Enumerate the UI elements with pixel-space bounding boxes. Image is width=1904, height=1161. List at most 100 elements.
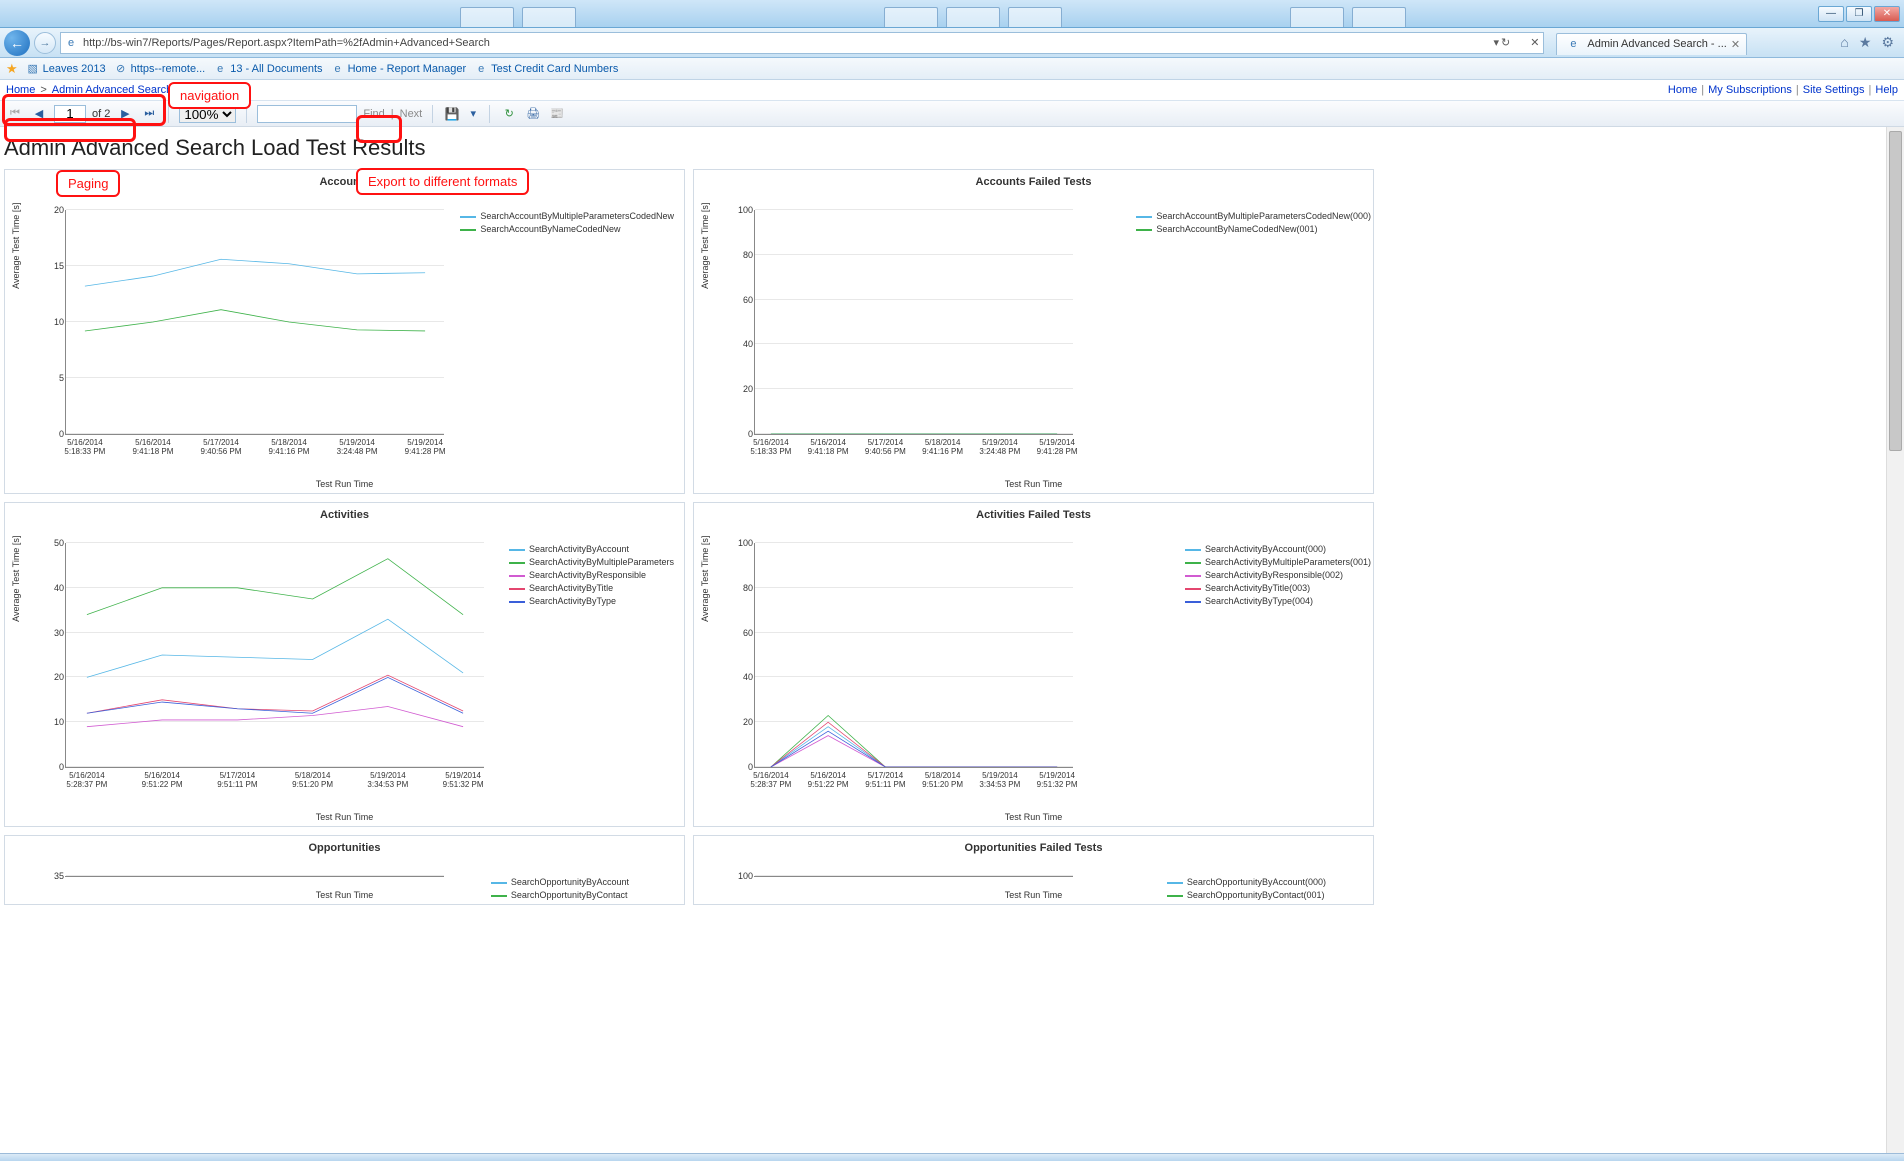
dropdown-icon[interactable]: ▾ (1493, 36, 1499, 49)
chart-plot (66, 543, 484, 767)
topnav-home-link[interactable]: Home (1668, 84, 1697, 96)
legend-label: SearchOpportunityByAccount(000) (1187, 876, 1326, 889)
chart-title: Opportunities (5, 836, 684, 856)
chart-title: Accounts Failed Tests (694, 170, 1373, 190)
chart-x-ticks: 5/16/20145:18:33 PM5/16/20149:41:18 PM5/… (755, 438, 1073, 474)
fav-item[interactable]: e13 - All Documents (213, 62, 322, 76)
forward-button[interactable]: → (34, 32, 56, 54)
address-bar[interactable]: e ▾ ↻ ✕ (60, 32, 1544, 54)
callout-paging: Paging (56, 170, 120, 197)
ie-page-icon: e (213, 62, 227, 76)
chart-x-label: Test Run Time (694, 812, 1373, 822)
chart-axes: 35 (65, 876, 444, 877)
find-next-link[interactable]: Next (400, 108, 423, 120)
export-dropdown-button[interactable]: ▾ (467, 105, 479, 123)
ie-page-icon: e (63, 35, 79, 51)
stop-icon[interactable]: ✕ (1530, 36, 1539, 49)
print-button[interactable]: 🖨 (524, 105, 542, 123)
ie-page-icon: e (474, 62, 488, 76)
legend-label: SearchActivityByResponsible (529, 569, 646, 582)
back-button[interactable]: ← (4, 30, 30, 56)
legend-label: SearchActivityByTitle (529, 582, 613, 595)
browser-tab[interactable]: e Admin Advanced Search - ... ✕ (1556, 33, 1747, 55)
chart-plot (755, 210, 1073, 434)
report-toolbar: ⏮ ◀ of 2 ▶ ⏭ 100% Find | Next 💾 ▾ ↻ 🖨 📰 (0, 101, 1904, 127)
legend-label: SearchOpportunityByContact(001) (1187, 889, 1325, 902)
window-close-button[interactable]: ✕ (1874, 6, 1900, 22)
legend-item: SearchAccountByMultipleParametersCodedNe… (1136, 210, 1371, 223)
block-icon: ⊘ (114, 62, 128, 76)
chart-title: Opportunities Failed Tests (694, 836, 1373, 856)
legend-label: SearchActivityByAccount(000) (1205, 543, 1326, 556)
legend-item: SearchOpportunityByContact (491, 889, 674, 902)
aero-thumb (522, 7, 576, 27)
legend-label: SearchActivityByAccount (529, 543, 629, 556)
legend-label: SearchAccountByMultipleParametersCodedNe… (1156, 210, 1371, 223)
legend-label: SearchActivityByType (529, 595, 616, 608)
topnav-site-settings-link[interactable]: Site Settings (1803, 84, 1865, 96)
chart-x-label: Test Run Time (5, 812, 684, 822)
browser-titlebar: — ❐ ✕ (0, 0, 1904, 28)
vertical-scrollbar[interactable] (1886, 127, 1904, 1161)
callout-navigation: navigation (168, 82, 251, 109)
export-button[interactable]: 💾 (443, 105, 461, 123)
aero-thumb (884, 7, 938, 27)
chart-y-label: Average Test Time [s] (11, 202, 21, 288)
window-maximize-button[interactable]: ❐ (1846, 6, 1872, 22)
legend-item: SearchActivityByResponsible(002) (1185, 569, 1371, 582)
aero-thumb (946, 7, 1000, 27)
chart-y-label: Average Test Time [s] (700, 535, 710, 621)
chart-x-ticks: 5/16/20145:28:37 PM5/16/20149:51:22 PM5/… (66, 771, 484, 807)
chart-legend: SearchAccountByMultipleParametersCodedNe… (1136, 210, 1371, 236)
url-input[interactable] (81, 37, 1489, 49)
legend-item: SearchActivityByResponsible (509, 569, 674, 582)
find-input[interactable] (257, 105, 357, 123)
legend-label: SearchActivityByMultipleParameters(001) (1205, 556, 1371, 569)
legend-item: SearchActivityByMultipleParameters(001) (1185, 556, 1371, 569)
aero-thumb (1008, 7, 1062, 27)
aero-thumb (1352, 7, 1406, 27)
legend-item: SearchActivityByTitle (509, 582, 674, 595)
window-minimize-button[interactable]: — (1818, 6, 1844, 22)
chart-title: Activities Failed Tests (694, 503, 1373, 523)
topnav-help-link[interactable]: Help (1875, 84, 1898, 96)
tools-gear-icon[interactable]: ⚙ (1881, 34, 1894, 51)
favorites-bar: ★ ▧Leaves 2013 ⊘https--remote... e13 - A… (0, 58, 1904, 80)
aero-peek-thumbnails (460, 0, 1784, 28)
home-icon[interactable]: ⌂ (1840, 34, 1848, 51)
legend-label: SearchActivityByTitle(003) (1205, 582, 1310, 595)
scrollbar-thumb[interactable] (1889, 131, 1902, 451)
aero-thumb (460, 7, 514, 27)
chart-x-label: Test Run Time (5, 479, 684, 489)
chart-y-ticks: 020406080100 (727, 210, 753, 434)
legend-item: SearchActivityByAccount(000) (1185, 543, 1371, 556)
chart-panel-opportunities_failed: Opportunities Failed TestsAverage Test T… (693, 835, 1374, 905)
atom-feed-button[interactable]: 📰 (548, 105, 566, 123)
report-title: Admin Advanced Search Load Test Results (4, 133, 1900, 169)
tab-title: Admin Advanced Search - ... (1587, 38, 1726, 50)
fav-item[interactable]: ▧Leaves 2013 (26, 62, 106, 76)
favorites-icon[interactable]: ★ (1859, 34, 1872, 51)
refresh-icon[interactable]: ↻ (1501, 36, 1510, 49)
legend-item: SearchActivityByAccount (509, 543, 674, 556)
legend-label: SearchOpportunityByMultipleParameters (511, 902, 674, 905)
refresh-report-button[interactable]: ↻ (500, 105, 518, 123)
chart-legend: SearchActivityByAccount(000)SearchActivi… (1185, 543, 1371, 608)
breadcrumb: Home > Admin Advanced Search Home| My Su… (0, 80, 1904, 101)
legend-item: SearchOpportunityByMultipleParameters (491, 902, 674, 905)
legend-item: SearchAccountByNameCodedNew (460, 223, 674, 236)
topnav-subscriptions-link[interactable]: My Subscriptions (1708, 84, 1792, 96)
toolbar-divider (432, 105, 433, 123)
chart-panel-accounts_failed: Accounts Failed TestsAverage Test Time [… (693, 169, 1374, 494)
chart-panel-activities: ActivitiesAverage Test Time [s]Test Run … (4, 502, 685, 827)
fav-item[interactable]: ⊘https--remote... (114, 62, 206, 76)
ie-page-icon: e (331, 62, 345, 76)
legend-item: SearchActivityByMultipleParameters (509, 556, 674, 569)
legend-label: SearchOpportunityByContact (511, 889, 628, 902)
fav-item[interactable]: eTest Credit Card Numbers (474, 62, 618, 76)
tab-close-icon[interactable]: ✕ (1731, 38, 1740, 51)
chart-axes: 100 (754, 876, 1073, 877)
fav-item[interactable]: eHome - Report Manager (331, 62, 467, 76)
star-icon[interactable]: ★ (6, 61, 18, 77)
legend-label: SearchAccountByMultipleParametersCodedNe… (480, 210, 674, 223)
